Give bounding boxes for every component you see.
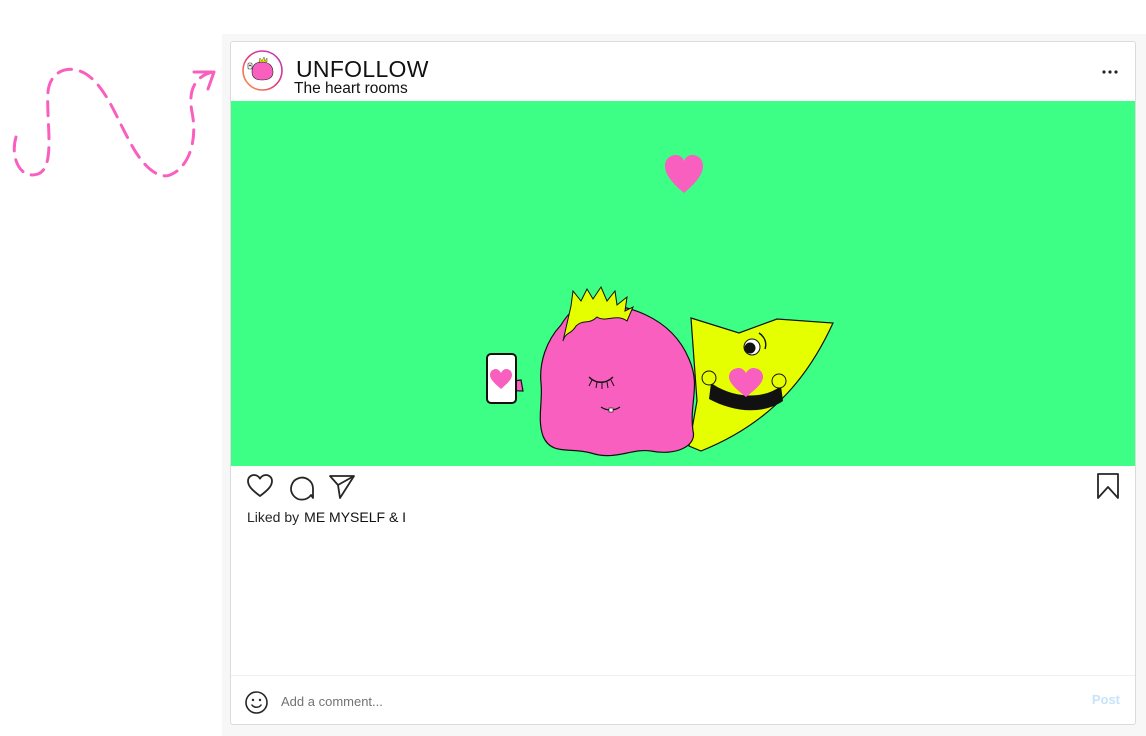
likes-summary: Liked by ME MYSELF & I [247,508,406,526]
profile-avatar[interactable] [242,50,283,91]
post-comment-button[interactable]: Post [1092,692,1120,707]
page: UNFOLLOW The heart rooms Liked by ME MYS… [0,0,1146,736]
post-header: UNFOLLOW The heart rooms [231,42,1135,101]
likes-names-link[interactable]: ME MYSELF & I [304,509,406,525]
likes-prefix: Liked by [247,509,300,525]
like-heart-icon[interactable] [245,471,275,501]
decorative-squiggle-arrow-icon [12,68,216,178]
comment-input[interactable] [281,689,1041,713]
share-send-icon[interactable] [327,471,357,501]
post-username[interactable]: UNFOLLOW [296,56,429,82]
more-options-icon[interactable] [1097,64,1123,80]
post-image[interactable] [231,101,1136,466]
comment-bar: Post [231,675,1135,724]
instagram-post-card: UNFOLLOW The heart rooms Liked by ME MYS… [230,41,1136,725]
emoji-smiley-icon[interactable] [244,690,269,715]
phone-with-heart-icon [486,353,517,404]
bookmark-save-icon[interactable] [1093,471,1123,501]
comment-bubble-icon[interactable] [286,472,316,502]
post-location[interactable]: The heart rooms [294,80,408,98]
